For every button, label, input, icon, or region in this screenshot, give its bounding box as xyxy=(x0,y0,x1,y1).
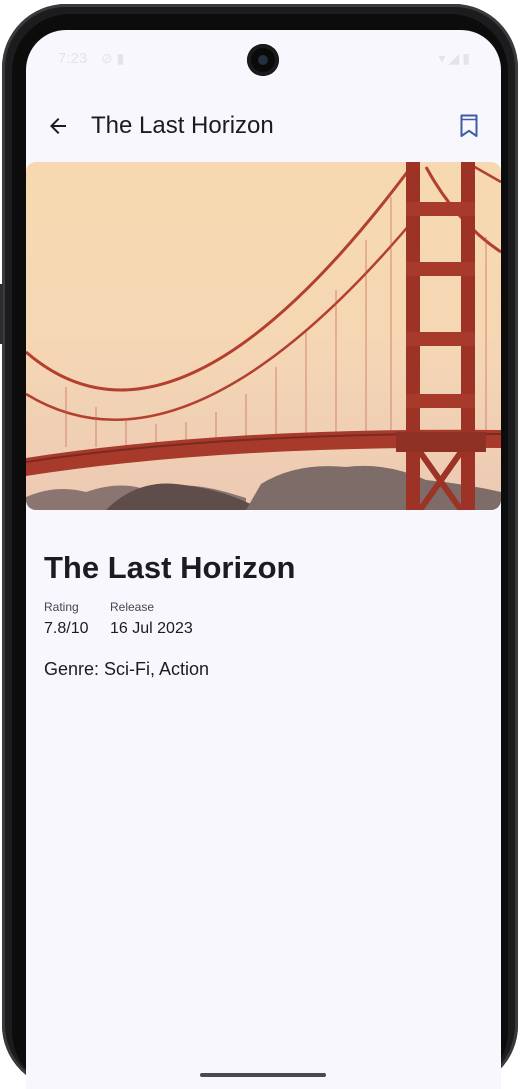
movie-poster-image xyxy=(26,162,501,510)
status-notification-icons: ⊘ ▮ xyxy=(101,50,125,66)
release-block: Release 16 Jul 2023 xyxy=(110,600,193,638)
arrow-back-icon xyxy=(50,118,66,134)
status-bar: 7:23 ⊘ ▮ ▾◢▮ xyxy=(26,30,501,80)
rating-block: Rating 7.8/10 xyxy=(44,600,88,638)
status-system-icons: ▾◢▮ xyxy=(438,50,473,66)
golden-gate-bridge-image xyxy=(26,162,501,510)
home-indicator[interactable] xyxy=(200,1073,326,1077)
app-screen: 7:23 ⊘ ▮ ▾◢▮ The Last Horizon The Last H… xyxy=(26,30,501,1089)
release-label: Release xyxy=(110,600,155,614)
rating-value: 7.8/10 xyxy=(44,620,89,637)
release-value: 16 Jul 2023 xyxy=(110,620,193,637)
back-button[interactable] xyxy=(40,108,76,144)
rating-label: Rating xyxy=(44,600,79,614)
top-app-bar: The Last Horizon xyxy=(26,104,501,148)
volume-button xyxy=(0,284,3,344)
movie-title: The Last Horizon xyxy=(44,550,296,585)
bookmark-icon xyxy=(460,114,478,137)
bookmark-button[interactable] xyxy=(451,108,487,144)
page-title: The Last Horizon xyxy=(91,112,274,139)
status-time: 7:23 xyxy=(58,50,88,67)
front-camera xyxy=(247,44,279,76)
genre-text: Genre: Sci-Fi, Action xyxy=(44,659,210,679)
